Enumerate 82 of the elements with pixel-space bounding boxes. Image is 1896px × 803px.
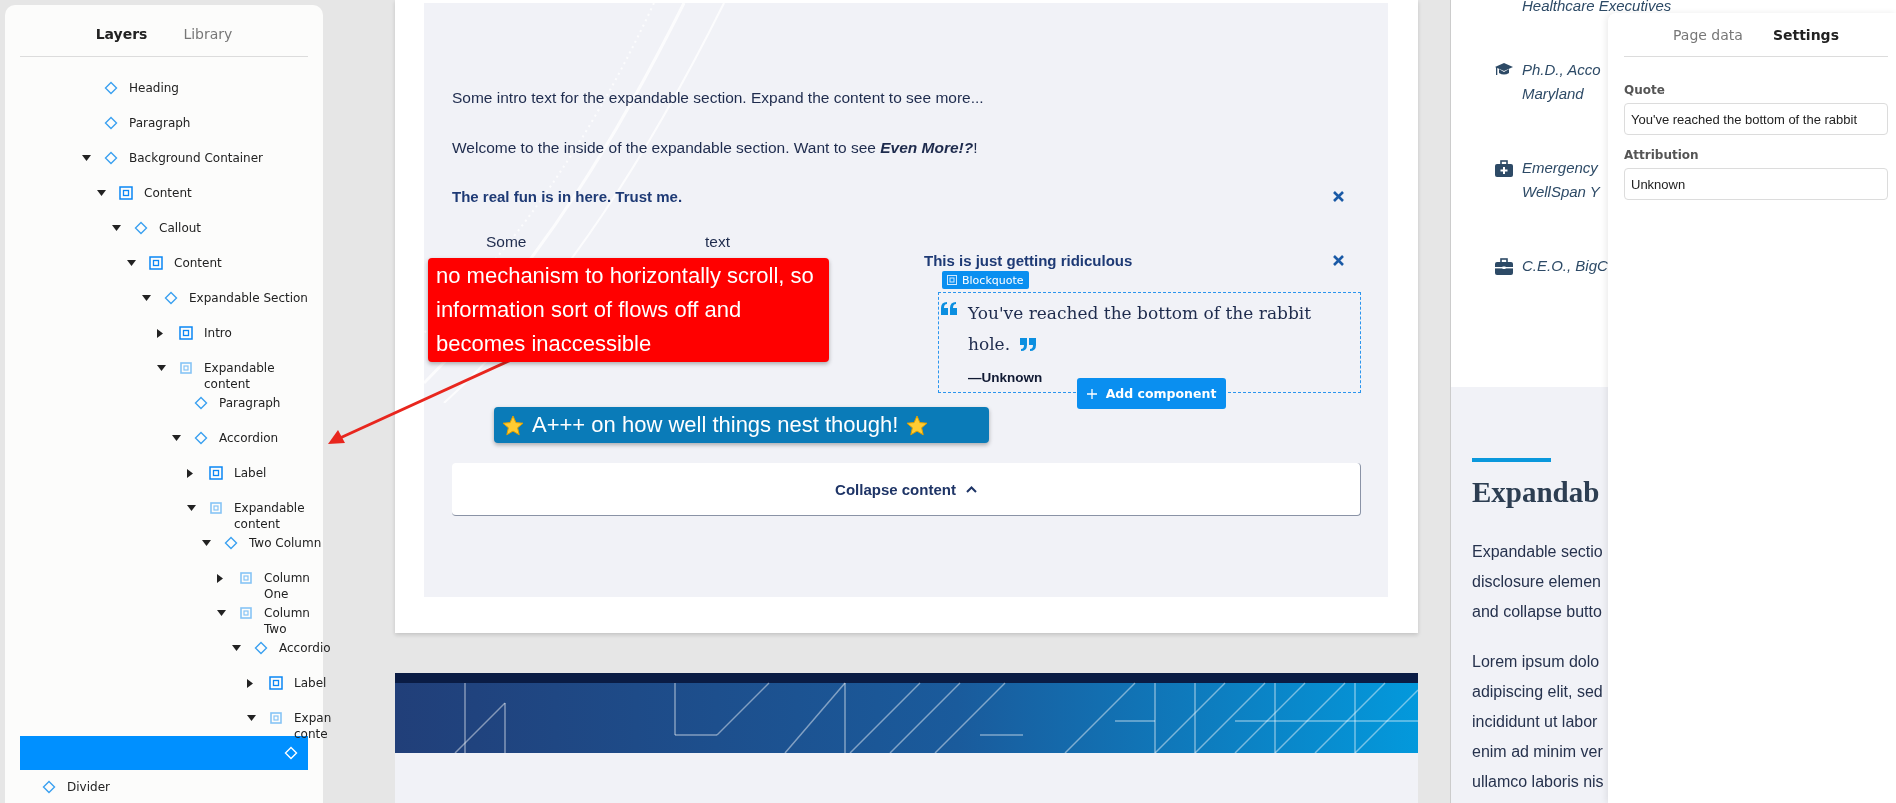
- diamond-icon: [134, 221, 148, 235]
- diamond-icon: [104, 151, 118, 165]
- layer-item[interactable]: Expandable Section: [20, 281, 308, 316]
- paragraph-text: Welcome to the inside of the expandable section. Want to see Even More!?!: [452, 138, 979, 158]
- paragraph-line: incididunt ut labor: [1472, 712, 1599, 732]
- field-label: Attribution: [1624, 148, 1700, 162]
- text-field[interactable]: Unknown: [1624, 168, 1888, 200]
- square-icon: [239, 571, 253, 585]
- square-icon: [209, 501, 223, 515]
- star-icon: [906, 414, 929, 436]
- layer-item[interactable]: Expandable content: [20, 351, 322, 386]
- layer-item[interactable]: Divider: [20, 770, 308, 803]
- layer-item[interactable]: Accordion: [20, 421, 308, 456]
- briefcase-icon: [1495, 258, 1513, 275]
- layer-item[interactable]: Background Container: [20, 141, 308, 176]
- diamond-icon: [194, 431, 208, 445]
- tab[interactable]: Layers: [95, 25, 148, 42]
- square-icon: [179, 361, 193, 375]
- diamond-icon: [42, 780, 56, 794]
- column-text: text: [705, 232, 731, 252]
- diamond-icon: [104, 81, 118, 95]
- diamond-icon: [164, 291, 178, 305]
- credential-text: WellSpan Y: [1522, 182, 1600, 202]
- tab[interactable]: Page data: [1673, 26, 1743, 43]
- layer-item[interactable]: Intro: [20, 316, 308, 351]
- square-icon: [947, 275, 957, 285]
- square-icon: [149, 256, 163, 270]
- layer-item[interactable]: [20, 736, 308, 770]
- square-icon: [179, 326, 193, 340]
- paragraph-line: Expandable sectio: [1472, 542, 1604, 562]
- square-icon: [269, 711, 283, 725]
- accordion-label[interactable]: The real fun is in here. Trust me.: [452, 187, 683, 205]
- tab[interactable]: Settings: [1772, 26, 1839, 43]
- chevron-up-icon: [965, 485, 977, 493]
- open-quote-icon: [941, 302, 957, 315]
- paragraph-text: Some intro text for the expandable section. Expand the content to see more...: [452, 88, 985, 108]
- diamond-icon: [254, 641, 268, 655]
- plus-icon: [1086, 388, 1097, 399]
- credential-text: Maryland: [1522, 84, 1585, 104]
- annotation-callout: no mechanism to horizontally scroll, so information sort of flows off and becomes inaccessible: [428, 258, 829, 362]
- credential-text: Emergency: [1522, 158, 1600, 178]
- credential-text: Ph.D., Acco: [1522, 60, 1601, 80]
- collapse-button[interactable]: Collapse content: [452, 463, 1361, 516]
- diamond-icon: [104, 116, 118, 130]
- layer-item[interactable]: Content: [20, 176, 308, 211]
- column-text: Some: [486, 232, 528, 252]
- layer-item[interactable]: Heading: [20, 71, 308, 106]
- field-label: Quote: [1624, 83, 1666, 97]
- layer-item[interactable]: Content: [20, 246, 308, 281]
- credential-text: Healthcare Executives: [1522, 0, 1673, 16]
- paragraph-line: disclosure elemen: [1472, 572, 1602, 592]
- layer-item[interactable]: Label: [20, 666, 327, 701]
- accordion-label[interactable]: This is just getting ridiculous: [924, 251, 1133, 269]
- credential-text: C.E.O., BigC: [1522, 256, 1608, 276]
- layer-item[interactable]: Label: [20, 456, 308, 491]
- diamond-icon: [194, 396, 208, 410]
- layer-item[interactable]: Expan conte: [20, 701, 354, 736]
- paragraph-line: enim ad minim ver: [1472, 742, 1604, 762]
- square-icon: [269, 676, 283, 690]
- diamond-icon: [224, 536, 238, 550]
- diamond-icon: [284, 746, 298, 760]
- star-icon: [502, 414, 524, 436]
- attribution-text: —Unknown: [968, 370, 1044, 385]
- paragraph-line: adipiscing elit, sed: [1472, 682, 1604, 702]
- tag-label: Blockquote: [962, 273, 1024, 287]
- square-icon: [209, 466, 223, 480]
- layer-item[interactable]: Paragraph: [20, 106, 308, 141]
- annotation-text: A+++ on how well things nest though!: [532, 412, 899, 438]
- paragraph-line: Lorem ipsum dolo: [1472, 652, 1601, 672]
- medical-kit-icon: [1495, 160, 1513, 177]
- quote-text: You've reached the bottom of the rabbit hole.: [968, 302, 1313, 356]
- section-heading: Expandab: [1472, 476, 1601, 509]
- layer-item[interactable]: Column One: [20, 561, 324, 596]
- paragraph-line: ullamco laboris nis: [1472, 772, 1605, 792]
- layer-item[interactable]: Expandable content: [20, 491, 322, 526]
- square-icon: [239, 606, 253, 620]
- text-field[interactable]: You've reached the bottom of the rabbit: [1624, 103, 1888, 135]
- paragraph-line: and collapse butto: [1472, 602, 1603, 622]
- close-quote-icon: [1019, 338, 1036, 351]
- tab[interactable]: Library: [183, 25, 233, 42]
- square-icon: [119, 186, 133, 200]
- layer-item[interactable]: Callout: [20, 211, 308, 246]
